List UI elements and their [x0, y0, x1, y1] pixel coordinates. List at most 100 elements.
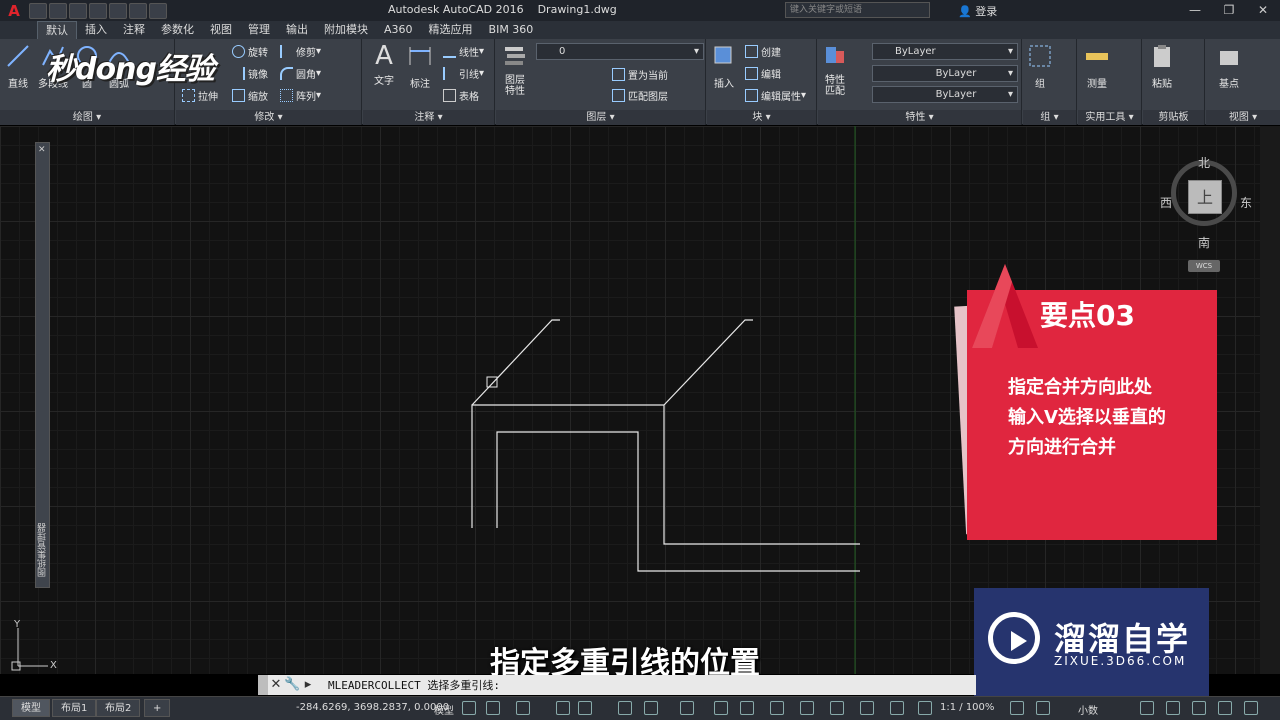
tab-bim360[interactable]: BIM 360 [481, 21, 542, 39]
plot-icon[interactable] [109, 2, 127, 19]
selection-cycling-icon[interactable] [770, 701, 784, 715]
isodraft-icon[interactable] [618, 701, 632, 715]
paste-button[interactable]: 粘贴 [1147, 43, 1177, 90]
undo-icon[interactable] [129, 2, 147, 19]
fillet-button[interactable]: 圆角 ▾ [280, 66, 321, 81]
modify-panel-title[interactable]: 修改 ▾ [176, 110, 361, 125]
viewcube[interactable]: 北 南 东 西 上 WCS [1160, 150, 1252, 272]
add-layout-button[interactable]: + [144, 699, 171, 717]
edit-block-button[interactable]: 编辑 [745, 66, 781, 81]
grid-icon[interactable] [462, 701, 476, 715]
object-snap-icon[interactable] [680, 701, 694, 715]
text-button[interactable]: A 文字 [369, 43, 399, 87]
tab-manage[interactable]: 管理 [240, 21, 278, 39]
match-layer-button[interactable]: 匹配图层 [612, 88, 668, 103]
compass-north[interactable]: 北 [1198, 154, 1210, 171]
quick-properties-icon[interactable] [1140, 701, 1154, 715]
tab-layout2[interactable]: 布局2 [96, 699, 141, 717]
tab-view[interactable]: 视图 [202, 21, 240, 39]
draw-panel-title[interactable]: 绘图 ▾ [0, 110, 174, 125]
view-panel-title[interactable]: 视图 ▾ [1206, 110, 1280, 125]
customize-wrench-icon[interactable]: 🔧 [284, 675, 300, 695]
gizmo-icon[interactable] [890, 701, 904, 715]
tab-insert[interactable]: 插入 [77, 21, 115, 39]
workspace-gear-icon[interactable] [1010, 701, 1024, 715]
tab-output[interactable]: 输出 [278, 21, 316, 39]
model-space-button[interactable]: 模型 [434, 702, 454, 717]
tab-model[interactable]: 模型 [12, 699, 50, 717]
layers-panel-title[interactable]: 图层 ▾ [496, 110, 705, 125]
compass-south[interactable]: 南 [1198, 234, 1210, 251]
color-dropdown[interactable]: ByLayer ▾ [872, 43, 1018, 60]
transparency-icon[interactable] [740, 701, 754, 715]
layer-properties-button[interactable]: 图层 特性 [500, 43, 530, 97]
viewcube-top-face[interactable]: 上 [1188, 180, 1222, 214]
dynamic-ucs-icon[interactable] [830, 701, 844, 715]
close-icon[interactable]: ✕ [268, 675, 284, 695]
annotation-scale[interactable]: 1:1 / 100% [940, 702, 994, 713]
edit-attributes-button[interactable]: 编辑属性 ▾ [745, 88, 806, 103]
selection-filter-icon[interactable] [860, 701, 874, 715]
command-line-grip[interactable] [258, 675, 268, 695]
tab-parametric[interactable]: 参数化 [153, 21, 202, 39]
search-input[interactable]: 键入关键字或短语 [785, 2, 930, 18]
ortho-icon[interactable] [556, 701, 570, 715]
tab-layout1[interactable]: 布局1 [52, 699, 97, 717]
clipboard-panel-title[interactable]: 剪贴板 [1143, 110, 1204, 125]
open-file-icon[interactable] [49, 2, 67, 19]
line-button[interactable]: 直线 [4, 43, 32, 90]
properties-panel-title[interactable]: 特性 ▾ [818, 110, 1021, 125]
scale-button[interactable]: 缩放 [232, 88, 268, 103]
close-button[interactable]: ✕ [1246, 0, 1280, 21]
autocad-logo-icon[interactable]: A [0, 0, 28, 21]
block-panel-title[interactable]: 块 ▾ [707, 110, 816, 125]
object-snap-tracking-icon[interactable] [644, 701, 658, 715]
tab-featured-apps[interactable]: 精选应用 [421, 21, 481, 39]
command-prompt-text[interactable]: MLEADERCOLLECT 选择多重引线: [328, 677, 500, 693]
group-button[interactable]: 组 [1027, 43, 1053, 90]
dimension-button[interactable]: 标注 [405, 43, 435, 90]
table-button[interactable]: 表格 [443, 88, 479, 103]
compass-east[interactable]: 东 [1240, 194, 1252, 211]
mirror-button[interactable]: 镜像 [232, 66, 268, 81]
tab-annotate[interactable]: 注释 [115, 21, 153, 39]
tab-addins[interactable]: 附加模块 [316, 21, 376, 39]
lineweight-dropdown[interactable]: ByLayer ▾ [872, 86, 1018, 103]
command-history-icon[interactable]: ▸ [300, 675, 316, 695]
stretch-button[interactable]: 拉伸 [182, 88, 218, 103]
clean-screen-icon[interactable] [1244, 701, 1258, 715]
linetype-dropdown[interactable]: ByLayer ▾ [872, 65, 1018, 82]
units-dropdown[interactable]: 小数 [1078, 702, 1098, 717]
save-icon[interactable] [69, 2, 87, 19]
annotation-monitor-icon[interactable] [1036, 701, 1050, 715]
palette-close-icon[interactable]: ✕ [38, 145, 46, 155]
wcs-menu[interactable]: WCS [1188, 260, 1220, 272]
array-button[interactable]: 阵列 ▾ [280, 88, 321, 103]
match-properties-button[interactable]: 特性 匹配 [820, 43, 850, 97]
dynamic-input-icon[interactable] [516, 701, 530, 715]
annotation-panel-title[interactable]: 注释 ▾ [363, 110, 494, 125]
rotate-button[interactable]: 旋转 [232, 44, 268, 59]
insert-block-button[interactable]: 插入 [709, 43, 739, 90]
measure-button[interactable]: 测量 [1082, 43, 1112, 90]
sheet-set-palette[interactable]: ✕ 图纸集管理器 [35, 142, 50, 588]
compass-west[interactable]: 西 [1160, 194, 1172, 211]
command-line[interactable]: ✕ 🔧 ▸ MLEADERCOLLECT 选择多重引线: [258, 675, 976, 695]
lock-ui-icon[interactable] [1166, 701, 1180, 715]
minimize-button[interactable]: — [1178, 0, 1212, 21]
tab-default[interactable]: 默认 [37, 21, 77, 39]
linear-button[interactable]: 线性 ▾ [443, 44, 484, 59]
restore-button[interactable]: ❐ [1212, 0, 1246, 21]
redo-icon[interactable] [149, 2, 167, 19]
vertical-scrollbar[interactable] [1260, 126, 1280, 674]
new-file-icon[interactable] [29, 2, 47, 19]
groups-panel-title[interactable]: 组 ▾ [1023, 110, 1076, 125]
polar-icon[interactable] [578, 701, 592, 715]
hardware-acceleration-icon[interactable] [1218, 701, 1232, 715]
leader-button[interactable]: 引线 ▾ [443, 66, 484, 81]
save-as-icon[interactable] [89, 2, 107, 19]
trim-button[interactable]: 修剪 ▾ [280, 44, 321, 59]
login-button[interactable]: 👤 登录 [958, 3, 997, 19]
isolate-objects-icon[interactable] [1192, 701, 1206, 715]
3d-osnap-icon[interactable] [800, 701, 814, 715]
